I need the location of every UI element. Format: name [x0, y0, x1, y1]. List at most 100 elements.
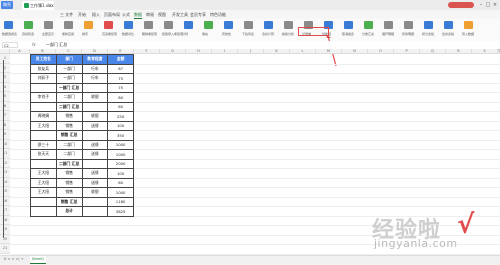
table-cell[interactable]: 李肖子: [30, 92, 57, 103]
table-cell[interactable]: 1180: [107, 196, 134, 207]
table-cell[interactable]: 二部门 汇总: [55, 101, 83, 112]
table-cell[interactable]: 一部门: [55, 63, 83, 74]
column-header-H[interactable]: H: [186, 49, 212, 54]
column-header-Q[interactable]: Q: [420, 49, 446, 54]
table-cell[interactable]: [30, 101, 57, 112]
table-cell[interactable]: 1000: [107, 139, 134, 150]
table-cell[interactable]: 100: [107, 120, 134, 131]
table-cell[interactable]: 75: [107, 73, 134, 84]
row-header-12[interactable]: 12: [0, 158, 10, 168]
row-header-13[interactable]: 13: [0, 168, 10, 178]
table-cell[interactable]: 100: [107, 168, 134, 179]
table-cell[interactable]: 周晓娟: [30, 111, 57, 122]
row-header-1[interactable]: 1: [0, 54, 10, 64]
table-cell[interactable]: 二部门: [55, 149, 83, 160]
table-cell[interactable]: 送餐: [81, 120, 109, 131]
table-header-cell[interactable]: 教育程度: [81, 54, 109, 65]
table-cell[interactable]: 3825: [107, 206, 134, 217]
sheet-nav[interactable]: K < > >| +: [4, 257, 24, 261]
outline-bar[interactable]: [3, 60, 4, 238]
table-cell[interactable]: [30, 158, 57, 169]
table-cell[interactable]: 二部门: [55, 139, 83, 150]
table-cell[interactable]: 销售: [55, 120, 83, 131]
table-cell[interactable]: 销售: [55, 168, 83, 179]
table-cell[interactable]: 销售 汇总: [55, 130, 83, 141]
table-cell[interactable]: 1000: [107, 149, 134, 160]
formula-input[interactable]: 一部门 汇总: [46, 42, 67, 48]
table-cell[interactable]: 王大阳: [30, 168, 57, 179]
table-cell[interactable]: 一部门: [55, 73, 83, 84]
row-header-3[interactable]: 3: [0, 73, 10, 83]
table-cell[interactable]: 75: [107, 82, 134, 93]
row-header-9[interactable]: 9: [0, 130, 10, 140]
table-cell[interactable]: 行车: [81, 73, 109, 84]
table-cell[interactable]: 邵三十: [30, 139, 57, 150]
table-cell[interactable]: 行车: [81, 63, 109, 74]
row-header-7[interactable]: 7: [0, 111, 10, 121]
table-header-cell[interactable]: 部门: [55, 54, 83, 65]
table-cell[interactable]: 送餐: [81, 168, 109, 179]
table-cell[interactable]: [30, 206, 57, 217]
column-header-A[interactable]: A: [10, 49, 30, 54]
column-header-R[interactable]: R: [446, 49, 472, 54]
table-cell[interactable]: 2000: [107, 158, 134, 169]
table-cell[interactable]: 二部门 汇总: [55, 158, 83, 169]
table-cell[interactable]: 销售 汇总: [55, 196, 83, 207]
column-header-M[interactable]: M: [316, 49, 342, 54]
row-header-10[interactable]: 10: [0, 139, 10, 149]
table-cell[interactable]: 67: [107, 63, 134, 74]
table-cell[interactable]: 王大阳: [30, 120, 57, 131]
table-cell[interactable]: 销售: [55, 187, 83, 198]
row-header-5[interactable]: 5: [0, 92, 10, 102]
column-header-G[interactable]: G: [160, 49, 186, 54]
table-cell[interactable]: 张友兵: [30, 63, 57, 74]
column-header-N[interactable]: N: [342, 49, 368, 54]
row-header-15[interactable]: 15: [0, 187, 10, 197]
table-cell[interactable]: 收银: [81, 111, 109, 122]
table-cell[interactable]: 收银: [81, 92, 109, 103]
table-header-cell[interactable]: 金额: [107, 54, 134, 65]
column-header-F[interactable]: F: [134, 49, 160, 54]
row-header-4[interactable]: 4: [0, 82, 10, 92]
column-header-O[interactable]: O: [368, 49, 394, 54]
column-header-P[interactable]: P: [394, 49, 420, 54]
row-header-17[interactable]: 17: [0, 206, 10, 216]
table-cell[interactable]: 送餐: [81, 149, 109, 160]
column-header-K[interactable]: K: [264, 49, 290, 54]
sheet-tab[interactable]: Sheet1: [30, 256, 46, 264]
table-cell[interactable]: 送餐: [81, 139, 109, 150]
row-header-6[interactable]: 6: [0, 101, 10, 111]
table-cell[interactable]: 一部门 汇总: [55, 82, 83, 93]
table-cell[interactable]: [81, 130, 109, 141]
column-header-L[interactable]: L: [290, 49, 316, 54]
row-header-16[interactable]: 16: [0, 196, 10, 206]
row-header-21[interactable]: 21: [0, 244, 10, 254]
column-header-I[interactable]: I: [212, 49, 238, 54]
table-cell[interactable]: 250: [107, 111, 134, 122]
table-cell[interactable]: [30, 196, 57, 207]
table-cell[interactable]: 1000: [107, 187, 134, 198]
table-cell[interactable]: 送餐: [81, 177, 109, 188]
row-header-2[interactable]: 2: [0, 63, 10, 73]
table-cell[interactable]: 销售: [55, 111, 83, 122]
table-cell[interactable]: 80: [107, 92, 134, 103]
table-cell[interactable]: [81, 196, 109, 207]
table-cell[interactable]: 350: [107, 130, 134, 141]
table-cell[interactable]: 80: [107, 177, 134, 188]
table-cell[interactable]: [81, 101, 109, 112]
row-header-11[interactable]: 11: [0, 149, 10, 159]
row-header-8[interactable]: 8: [0, 120, 10, 130]
column-header-J[interactable]: J: [238, 49, 264, 54]
row-header-14[interactable]: 14: [0, 177, 10, 187]
table-cell[interactable]: 总计: [55, 206, 83, 217]
row-header-19[interactable]: 19: [0, 225, 10, 235]
table-cell[interactable]: [81, 82, 109, 93]
table-cell[interactable]: 刘彩子: [30, 73, 57, 84]
table-cell[interactable]: 张天天: [30, 149, 57, 160]
table-cell[interactable]: 王大阳: [30, 177, 57, 188]
table-cell[interactable]: 收银: [81, 187, 109, 198]
name-box[interactable]: C2: [2, 42, 18, 48]
column-header-S[interactable]: S: [472, 49, 498, 54]
table-cell[interactable]: [81, 206, 109, 217]
table-cell[interactable]: [30, 82, 57, 93]
